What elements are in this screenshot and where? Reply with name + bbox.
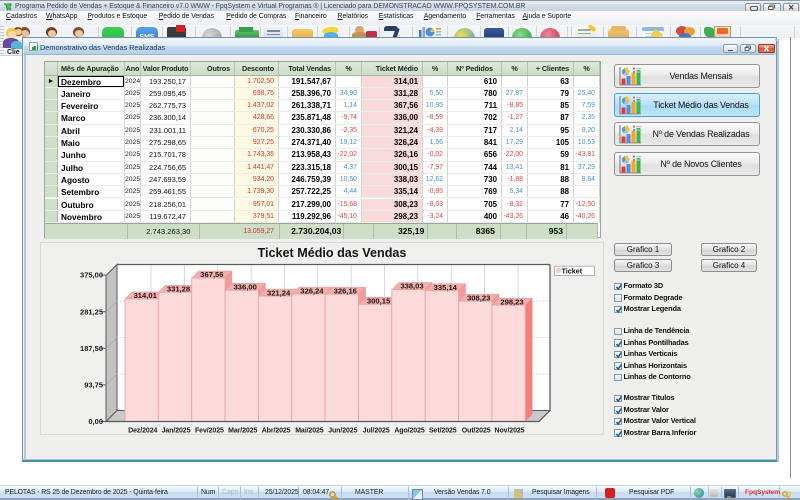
svg-text:Mar/2025: Mar/2025 xyxy=(228,428,257,435)
svg-text:Mai/2025: Mai/2025 xyxy=(295,428,324,435)
svg-text:314,01: 314,01 xyxy=(134,291,158,300)
svg-text:Set/2025: Set/2025 xyxy=(429,428,457,435)
svg-text:367,56: 367,56 xyxy=(200,270,223,279)
svg-text:375,00: 375,00 xyxy=(80,271,103,280)
svg-text:321,24: 321,24 xyxy=(267,288,291,297)
svg-text:0,00: 0,00 xyxy=(88,417,103,426)
svg-text:Out/2025: Out/2025 xyxy=(462,428,491,435)
svg-text:Ticket: Ticket xyxy=(562,267,583,276)
svg-text:Jul/2025: Jul/2025 xyxy=(363,428,390,435)
svg-text:Fev/2025: Fev/2025 xyxy=(195,428,224,435)
svg-text:326,16: 326,16 xyxy=(334,286,357,295)
svg-text:326,24: 326,24 xyxy=(300,286,324,295)
svg-text:Abr/2025: Abr/2025 xyxy=(262,428,291,435)
svg-text:Dez/2024: Dez/2024 xyxy=(128,428,157,435)
svg-text:Jun/2025: Jun/2025 xyxy=(328,428,357,435)
svg-text:331,28: 331,28 xyxy=(167,284,190,293)
svg-text:308,23: 308,23 xyxy=(467,293,490,302)
svg-text:338,03: 338,03 xyxy=(400,282,423,291)
svg-text:298,23: 298,23 xyxy=(500,297,523,306)
svg-text:335,14: 335,14 xyxy=(434,283,458,292)
svg-text:93,75: 93,75 xyxy=(84,381,103,390)
svg-text:336,00: 336,00 xyxy=(234,283,257,292)
svg-text:187,50: 187,50 xyxy=(80,344,103,353)
svg-text:300,15: 300,15 xyxy=(367,297,391,306)
svg-text:Nov/2025: Nov/2025 xyxy=(495,428,525,435)
svg-text:Jan/2025: Jan/2025 xyxy=(162,428,191,435)
svg-text:281,25: 281,25 xyxy=(80,307,103,316)
svg-text:Ago/2025: Ago/2025 xyxy=(394,428,425,435)
